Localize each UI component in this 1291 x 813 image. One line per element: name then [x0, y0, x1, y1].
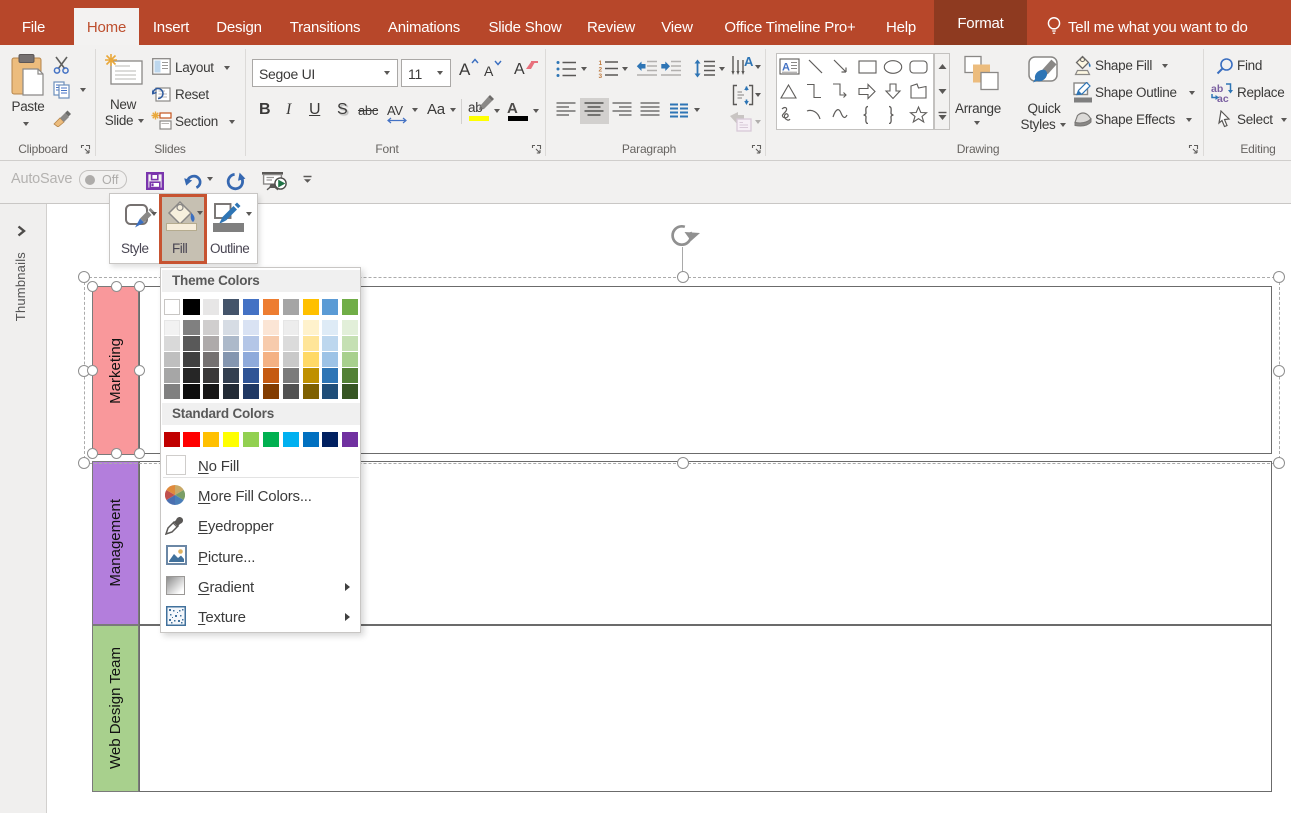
svg-text:A: A	[744, 55, 754, 69]
svg-text:ac: ac	[1217, 93, 1229, 103]
svg-text:A: A	[782, 62, 790, 74]
svg-text:3: 3	[599, 73, 603, 78]
